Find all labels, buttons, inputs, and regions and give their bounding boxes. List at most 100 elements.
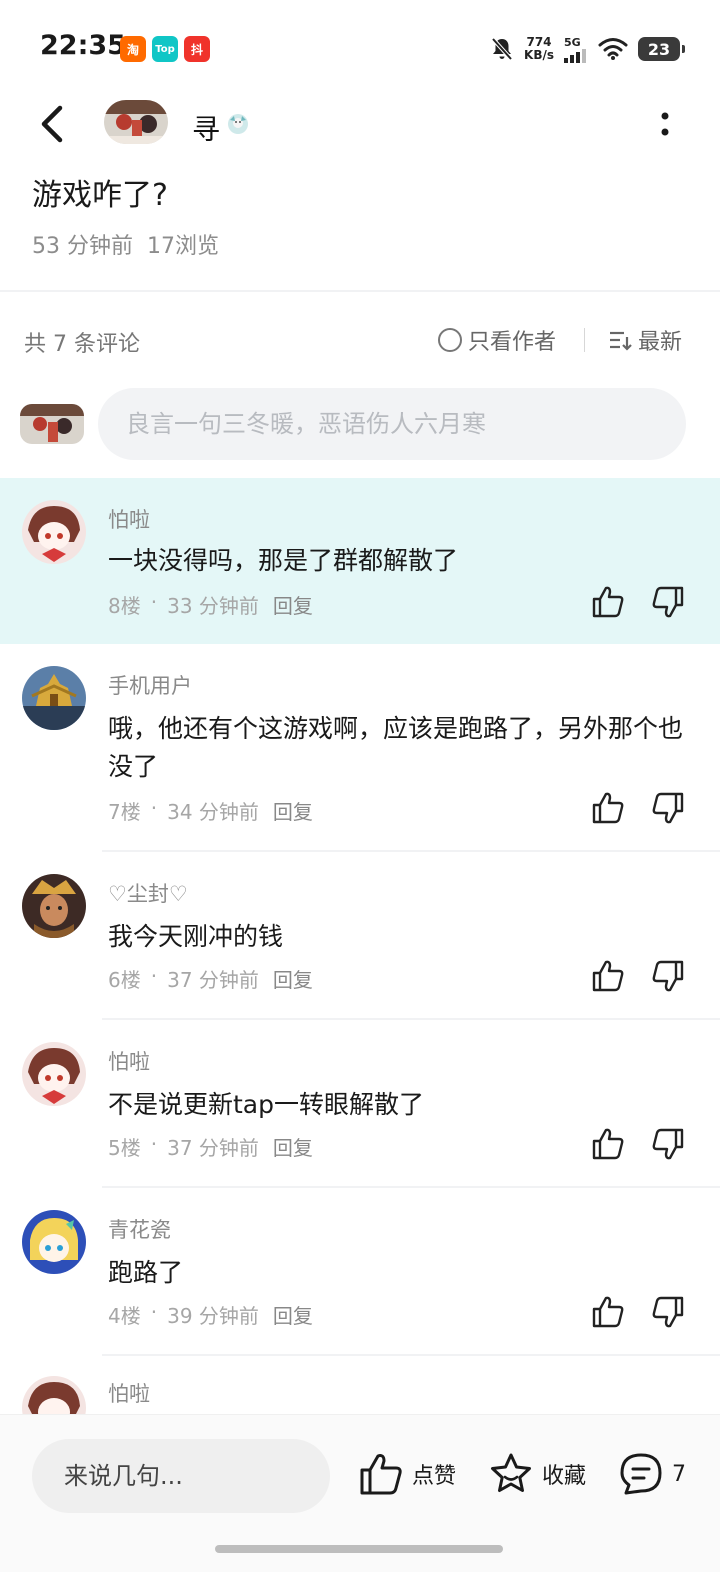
avatar-image [22, 1376, 86, 1414]
comment-item: 怕啦 不是说更新tap一转眼解散了 5楼 · 37 分钟前 回复 [0, 1020, 720, 1188]
post-title: 游戏咋了? [32, 178, 168, 213]
reply-button[interactable]: 回复 [273, 796, 313, 825]
favorite-label: 收藏 [542, 1464, 587, 1489]
comment-time: 37 分钟前 [167, 968, 259, 992]
bottom-action-bar: 来说几句... 点赞 收藏 7 [0, 1414, 720, 1572]
battery-indicator: 23 [638, 37, 685, 61]
meta-dot: · [150, 964, 158, 988]
avatar-image [22, 874, 86, 938]
comments-button[interactable]: 7 [618, 1451, 686, 1497]
thumbs-down-icon[interactable] [650, 790, 686, 826]
author-only-toggle[interactable]: 只看作者 [438, 324, 556, 356]
comment-text: 一块没得吗，那是了群都解散了 [108, 546, 459, 575]
comment-floor: 5楼 [108, 1136, 141, 1160]
reply-button[interactable]: 回复 [273, 590, 313, 619]
avatar-image [22, 1042, 86, 1106]
star-icon [491, 1453, 531, 1492]
thumbs-up-icon[interactable] [590, 1126, 626, 1162]
home-indicator[interactable] [215, 1545, 503, 1553]
commenter-name[interactable]: 手机用户 [108, 670, 192, 700]
section-divider [0, 290, 720, 292]
comment-time: 34 分钟前 [167, 800, 259, 824]
comment-item: 怕啦 [0, 1356, 720, 1414]
comment-text: 哦，他还有个这游戏啊，应该是跑路了，另外那个也没了 [108, 714, 684, 781]
comment-floor: 4楼 [108, 1304, 141, 1328]
thumbs-up-icon[interactable] [590, 1294, 626, 1330]
comment-meta: 8楼 · 33 分钟前 回复 [108, 590, 313, 619]
like-label: 点赞 [412, 1464, 457, 1489]
status-bar: 22:35 淘 Top 抖 774 KB/s 5G 23 [0, 0, 720, 96]
taobao-app-icon: 淘 [120, 36, 146, 62]
author-name[interactable]: 寻 [192, 108, 220, 148]
bell-muted-icon [491, 37, 513, 61]
comment-item: 手机用户 哦，他还有个这游戏啊，应该是跑路了，另外那个也没了 7楼 · 34 分… [0, 644, 720, 852]
cell-signal: 5G [564, 36, 588, 63]
comment-meta: 5楼 · 37 分钟前 回复 [108, 1132, 313, 1161]
sort-label: 最新 [638, 330, 683, 355]
commenter-avatar[interactable] [22, 500, 86, 564]
commenter-name[interactable]: 怕啦 [108, 1378, 150, 1408]
red-app-icon: 抖 [184, 36, 210, 62]
comments-count: 共 7 条评论 [24, 332, 140, 357]
meta-dot: · [150, 1132, 158, 1156]
commenter-name[interactable]: 青花瓷 [108, 1214, 171, 1244]
commenter-avatar[interactable] [22, 1210, 86, 1274]
reply-button[interactable]: 回复 [273, 1300, 313, 1329]
comment-time: 37 分钟前 [167, 1136, 259, 1160]
more-options-icon[interactable] [650, 108, 680, 142]
status-indicators: 774 KB/s 5G 23 [490, 34, 685, 64]
comment-meta: 7楼 · 34 分钟前 回复 [108, 796, 313, 825]
avatar-image [22, 666, 86, 730]
signal-icon [564, 48, 586, 63]
reply-button[interactable]: 回复 [273, 1132, 313, 1161]
meta-dot: · [150, 590, 158, 614]
avatar-image [20, 404, 84, 444]
commenter-avatar[interactable] [22, 666, 86, 730]
header-separator [584, 328, 585, 352]
thumbs-down-icon[interactable] [650, 958, 686, 994]
author-avatar[interactable] [104, 100, 168, 144]
bottom-comment-input[interactable]: 来说几句... [32, 1439, 330, 1513]
net-speed: 774 KB/s [524, 35, 554, 62]
status-time: 22:35 [40, 30, 126, 61]
comment-text: 不是说更新tap一转眼解散了 [108, 1090, 424, 1119]
comment-text: 我今天刚冲的钱 [108, 922, 284, 951]
comment-count: 7 [672, 1461, 686, 1487]
thumbs-up-icon[interactable] [590, 584, 626, 620]
comments-header: 共 7 条评论 只看作者 最新 [0, 318, 720, 362]
comment-composer-input[interactable] [98, 388, 686, 460]
favorite-button[interactable]: 收藏 [488, 1451, 586, 1497]
commenter-avatar[interactable] [22, 874, 86, 938]
commenter-name[interactable]: 怕啦 [108, 504, 150, 534]
comment-item: ♡尘封♡ 我今天刚冲的钱 6楼 · 37 分钟前 回复 [0, 852, 720, 1020]
comment-meta: 6楼 · 37 分钟前 回复 [108, 964, 313, 993]
commenter-name[interactable]: 怕啦 [108, 1046, 150, 1076]
commenter-name[interactable]: ♡尘封♡ [108, 878, 188, 908]
comment-floor: 6楼 [108, 968, 141, 992]
thumbs-down-icon[interactable] [650, 584, 686, 620]
comment-item: 怕啦 一块没得吗，那是了群都解散了 8楼 · 33 分钟前 回复 [0, 478, 720, 644]
commenter-avatar[interactable] [22, 1376, 86, 1414]
back-arrow-icon[interactable] [30, 100, 76, 148]
sort-icon [610, 331, 632, 351]
like-button[interactable]: 点赞 [358, 1451, 456, 1497]
comment-text: 跑路了 [108, 1258, 184, 1287]
avatar-image [22, 500, 86, 564]
comment-time: 33 分钟前 [167, 594, 259, 618]
post-time: 53 分钟前 [32, 234, 133, 259]
thumbs-up-icon[interactable] [590, 958, 626, 994]
my-avatar [20, 404, 84, 444]
sort-latest-button[interactable]: 最新 [608, 324, 682, 356]
thumbs-down-icon[interactable] [650, 1294, 686, 1330]
comment-meta: 4楼 · 39 分钟前 回复 [108, 1300, 313, 1329]
commenter-avatar[interactable] [22, 1042, 86, 1106]
thumbs-down-icon[interactable] [650, 1126, 686, 1162]
author-badge-icon [228, 114, 248, 134]
comment-bubble-icon [620, 1453, 662, 1495]
reply-button[interactable]: 回复 [273, 964, 313, 993]
post-meta: 53 分钟前 17浏览 [32, 228, 219, 260]
thumbs-up-icon[interactable] [590, 790, 626, 826]
taptap-app-icon: Top [152, 36, 178, 62]
comment-item: 青花瓷 跑路了 4楼 · 39 分钟前 回复 [0, 1188, 720, 1356]
avatar-image [22, 1210, 86, 1274]
